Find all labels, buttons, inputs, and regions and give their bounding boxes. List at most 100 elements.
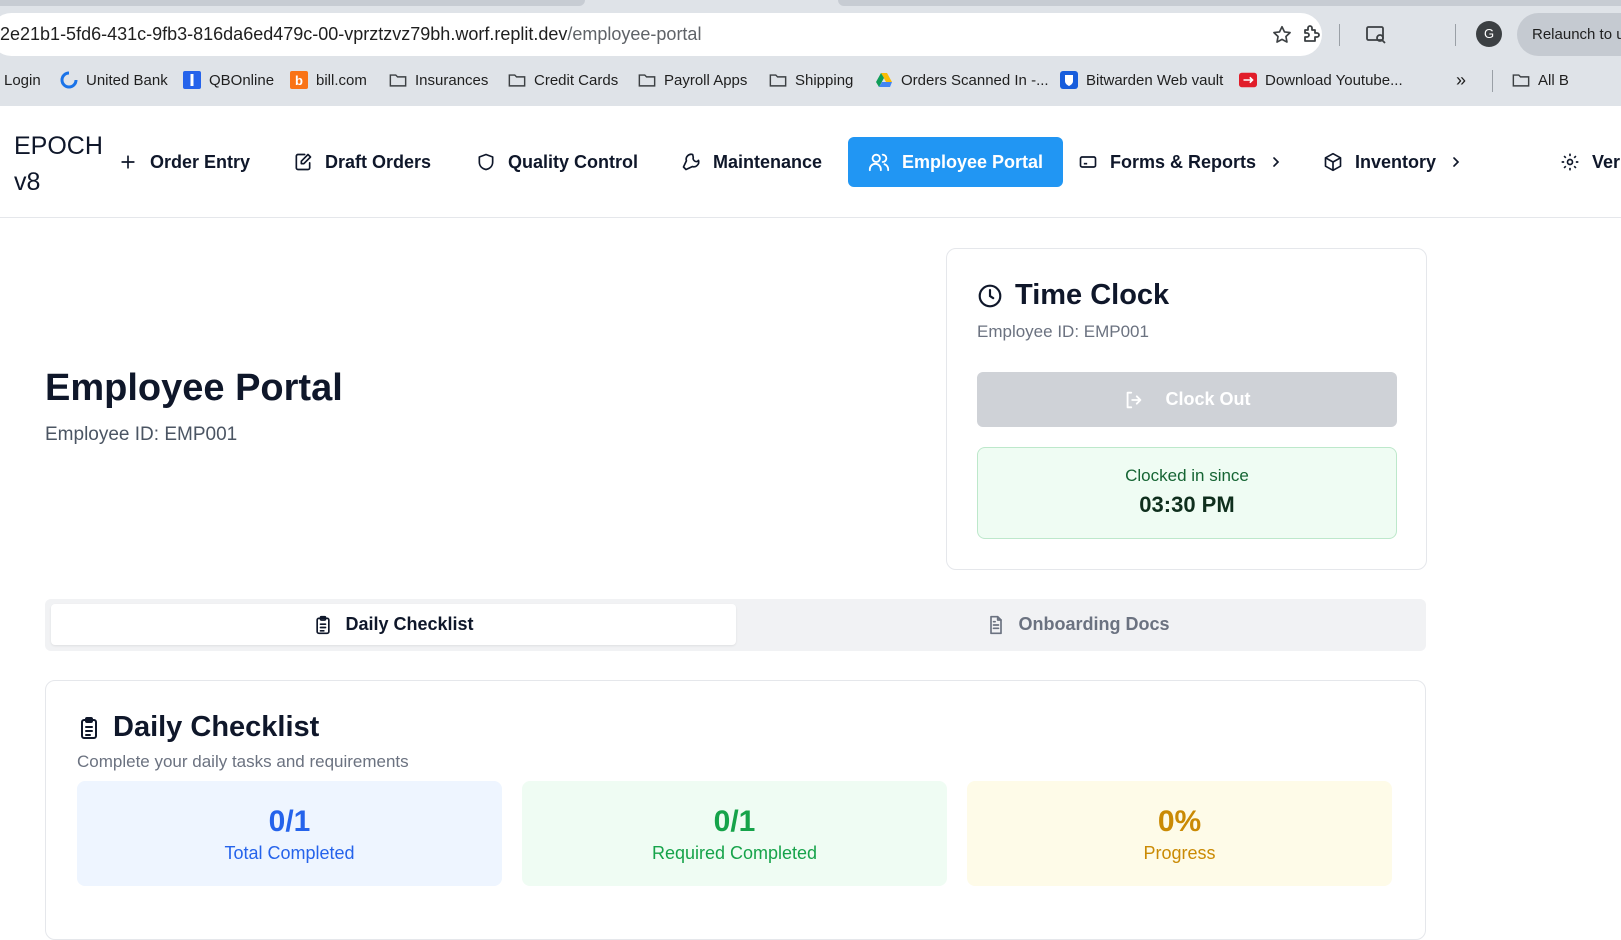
bookmark-label: Login (4, 71, 41, 89)
stat-label: Progress (1143, 843, 1216, 863)
wrench-icon (681, 152, 701, 172)
tab-onboarding-docs[interactable]: Onboarding Docs (736, 604, 1420, 645)
bookmark-united-bank[interactable]: United Bank (60, 62, 168, 98)
nav-forms-reports[interactable]: Forms & Reports (1058, 137, 1304, 187)
nav-settings[interactable]: Ver (1540, 137, 1620, 187)
bookmark-orders-scanned[interactable]: Orders Scanned In -... (875, 62, 1049, 98)
stat-value: 0/1 (268, 805, 311, 838)
youtube-download-icon (1239, 71, 1257, 89)
bookmark-label: Credit Cards (534, 71, 619, 89)
time-clock-title-text: Time Clock (1015, 279, 1170, 311)
stat-label: Required Completed (651, 843, 818, 863)
chevron-right-icon (1268, 154, 1284, 170)
nav-label: Employee Portal (902, 151, 1044, 172)
bookmark-folder-payroll-apps[interactable]: Payroll Apps (638, 62, 747, 98)
users-icon (868, 151, 890, 173)
clock-status-box: Clocked in since 03:30 PM (977, 447, 1397, 539)
nav-quality-control[interactable]: Quality Control (456, 137, 658, 187)
bookmarks-overflow-button[interactable]: » (1456, 62, 1466, 98)
clock-status-label: Clocked in since (1125, 466, 1249, 485)
bookmark-label: Shipping (795, 71, 854, 89)
extensions-icon[interactable] (1298, 20, 1326, 48)
bookmark-label: Insurances (415, 71, 489, 89)
nav-employee-portal[interactable]: Employee Portal (848, 137, 1064, 187)
bookmark-label: All B (1538, 71, 1569, 89)
browser-chrome: 2e21b1-5fd6-431c-9fb3-816da6ed479c-00-vp… (0, 0, 1621, 106)
folder-icon (508, 71, 526, 89)
nav-label: Forms & Reports (1110, 151, 1257, 172)
plus-icon (118, 152, 138, 172)
daily-checklist-title-text: Daily Checklist (113, 711, 320, 743)
chevron-right-icon (1448, 154, 1464, 170)
stat-value: 0/1 (713, 805, 756, 838)
portal-tabs: Daily Checklist Onboarding Docs (45, 599, 1426, 651)
bitwarden-icon (1060, 71, 1078, 89)
nav-order-entry[interactable]: Order Entry (98, 137, 270, 187)
bookmark-download-youtube[interactable]: Download Youtube... (1239, 62, 1403, 98)
stat-label: Total Completed (224, 843, 355, 863)
url-host: 2e21b1-5fd6-431c-9fb3-816da6ed479c-00-vp… (0, 24, 568, 44)
app-navbar: EPOCH v8 Order Entry Draft Orders Qualit… (0, 106, 1621, 218)
clipboard-icon (77, 716, 101, 740)
tab-label: Onboarding Docs (1018, 614, 1170, 634)
folder-icon (638, 71, 656, 89)
browser-tab[interactable] (0, 0, 585, 6)
bookmark-star-icon[interactable] (1271, 24, 1293, 46)
clock-status-time: 03:30 PM (1139, 492, 1235, 517)
bookmark-qbonline[interactable]: QBOnline (183, 62, 274, 98)
toolbar-divider (1339, 24, 1340, 46)
bill-icon: b (290, 71, 308, 89)
time-clock-employee-id: Employee ID: EMP001 (977, 322, 1149, 341)
brand-version: v8 (14, 168, 41, 196)
nav-draft-orders[interactable]: Draft Orders (273, 137, 451, 187)
folder-icon (389, 71, 407, 89)
qbonline-icon (183, 71, 201, 89)
clock-out-button[interactable]: Clock Out (977, 372, 1397, 427)
profile-avatar[interactable]: G (1476, 21, 1502, 47)
edit-icon (293, 152, 313, 172)
bookmark-all-bookmarks[interactable]: All B (1512, 62, 1569, 98)
url-text[interactable]: 2e21b1-5fd6-431c-9fb3-816da6ed479c-00-vp… (0, 13, 701, 56)
svg-text:b: b (295, 73, 303, 88)
shield-icon (476, 152, 496, 172)
bookmark-folder-shipping[interactable]: Shipping (769, 62, 853, 98)
nav-label: Quality Control (508, 151, 638, 172)
daily-checklist-title: Daily Checklist (77, 711, 319, 744)
bookmark-label: Bitwarden Web vault (1086, 71, 1224, 89)
clock-out-label: Clock Out (1165, 389, 1251, 409)
app-brand[interactable]: EPOCH v8 (14, 128, 103, 200)
nav-maintenance[interactable]: Maintenance (661, 137, 842, 187)
daily-checklist-card: Daily Checklist Complete your daily task… (45, 680, 1426, 940)
folder-icon (1512, 71, 1530, 89)
toolbar-divider (1455, 24, 1456, 46)
nav-label: Maintenance (713, 151, 823, 172)
address-bar[interactable]: 2e21b1-5fd6-431c-9fb3-816da6ed479c-00-vp… (0, 13, 1322, 56)
bookmark-bill[interactable]: b bill.com (290, 62, 367, 98)
bookmark-folder-credit-cards[interactable]: Credit Cards (508, 62, 618, 98)
bookmark-label: bill.com (316, 71, 367, 89)
time-clock-title: Time Clock (977, 279, 1169, 312)
browser-tab[interactable] (838, 0, 1621, 6)
tab-label: Daily Checklist (345, 614, 474, 634)
card-icon (1078, 152, 1098, 172)
nav-inventory[interactable]: Inventory (1303, 137, 1484, 187)
tab-search-icon[interactable] (1362, 20, 1390, 48)
bookmark-label: Download Youtube... (1265, 71, 1403, 89)
bookmark-label: Payroll Apps (664, 71, 748, 89)
tab-daily-checklist[interactable]: Daily Checklist (51, 604, 736, 645)
package-icon (1323, 152, 1343, 172)
log-out-icon (1123, 389, 1145, 411)
nav-label: Inventory (1355, 151, 1437, 172)
bookmark-login[interactable]: Login (4, 62, 41, 98)
bookmark-bitwarden[interactable]: Bitwarden Web vault (1060, 62, 1223, 98)
bookmarks-divider (1492, 70, 1493, 92)
brand-name: EPOCH (14, 132, 103, 160)
time-clock-card: Time Clock Employee ID: EMP001 Clock Out… (946, 248, 1427, 570)
chevrons-right-icon: » (1456, 69, 1467, 90)
stat-required-completed: 0/1 Required Completed (522, 781, 947, 886)
nav-label: Order Entry (150, 151, 251, 172)
relaunch-button[interactable]: Relaunch to u (1517, 13, 1621, 56)
bookmark-folder-insurances[interactable]: Insurances (389, 62, 488, 98)
bookmark-label: QBOnline (209, 71, 275, 89)
united-bank-icon (60, 71, 78, 89)
